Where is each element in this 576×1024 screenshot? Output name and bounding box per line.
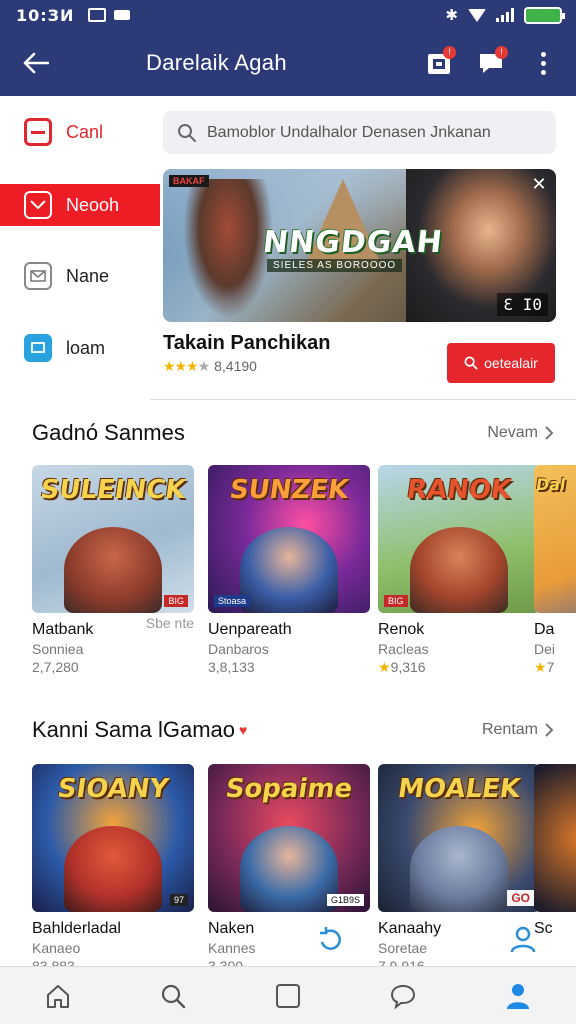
chevron-right-icon (545, 723, 554, 737)
more-options-button[interactable] (526, 46, 560, 80)
game-card[interactable]: SIOANY 97 Bahlderladal Kanaeo 83,883 (32, 764, 194, 968)
game-row-2: SIOANY 97 Bahlderladal Kanaeo 83,883 Sop… (32, 764, 576, 968)
game-row-1: SULEINCK BIG Matbank Sonniea 2,7,280 Sbe… (32, 465, 576, 685)
mail-icon (24, 262, 52, 290)
user-icon[interactable] (508, 924, 538, 954)
status-system-icons: ✱ (445, 6, 565, 24)
heart-icon: ♥ (239, 722, 248, 738)
status-notification-icons (88, 8, 131, 22)
rating-stars-icon: ★★★ (163, 358, 199, 374)
star-icon: ★ (534, 659, 547, 675)
battery-icon (524, 6, 565, 24)
signal-icon (496, 8, 514, 22)
bottom-nav (0, 966, 576, 1024)
section-header-featured: Kanni Sama lGamao ♥ Rentam (32, 717, 554, 743)
section-header-games: Gadnó Sanmes Nevam (32, 420, 554, 446)
back-button[interactable] (16, 43, 56, 83)
side-item-label: Nane (66, 265, 110, 286)
photo-notification-icon (88, 8, 107, 22)
inbox-icon (24, 191, 52, 219)
screen-icon (24, 334, 52, 362)
square-icon (275, 983, 300, 1008)
search-icon (178, 123, 196, 142)
bluetooth-icon: ✱ (445, 6, 458, 24)
notification-badge: ! (443, 46, 456, 59)
side-item-neooh[interactable]: Neooh (0, 184, 160, 226)
side-nav: Canl Neooh Nane loam (0, 96, 160, 396)
banner-counter: Ɛ I0 (497, 293, 548, 316)
profile-icon (507, 983, 530, 1009)
game-thumbnail: Dal (534, 465, 576, 613)
search-input[interactable]: Bamoblor Undalhalor Denasen Jnkanan (163, 111, 556, 154)
side-item-nane[interactable]: Nane (0, 240, 160, 312)
search-icon (464, 356, 478, 370)
rating-half-star-icon: ★ (197, 358, 211, 374)
chevron-right-icon (545, 426, 554, 440)
banner-subtitle: SIELES AS BOROOOO (267, 259, 403, 272)
status-bar: 10:ЗИ ✱ (0, 0, 576, 30)
side-item-loam[interactable]: loam (0, 312, 160, 384)
game-thumbnail: SIOANY 97 (32, 764, 194, 912)
nav-chat[interactable] (373, 971, 433, 1021)
page-title: Darelaik Agah (146, 50, 287, 75)
kebab-menu-icon (540, 51, 546, 75)
banner-tag: BAKAF (169, 175, 209, 187)
game-thumbnail: SUNZEK Stoasa (208, 465, 370, 613)
banner-logo: NNGDGAH (261, 225, 445, 260)
game-card[interactable]: Sc (534, 764, 576, 938)
minus-box-icon (24, 118, 52, 146)
close-icon[interactable]: ✕ (528, 173, 550, 195)
section-more-link[interactable]: Rentam (482, 721, 554, 739)
search-placeholder: Bamoblor Undalhalor Denasen Jnkanan (207, 123, 491, 141)
divider (150, 399, 576, 400)
game-card[interactable]: SUNZEK Stoasa Uenpareath Danbaros 3,8,13… (208, 465, 370, 675)
nav-library[interactable] (258, 971, 318, 1021)
game-thumbnail: MOALEK GO (378, 764, 540, 912)
message-badge: ! (495, 46, 508, 59)
game-thumbnail: SULEINCK BIG (32, 465, 194, 613)
game-thumbnail: Sopaime G1B9S (208, 764, 370, 912)
home-icon (46, 984, 69, 1008)
message-notification-icon (114, 10, 131, 20)
nav-home[interactable] (28, 971, 88, 1021)
featured-action-label: oetealair (484, 355, 538, 371)
app-bar: Darelaik Agah ! ! (0, 30, 576, 96)
side-item-label: Neooh (66, 194, 120, 215)
arrow-left-icon (23, 52, 49, 74)
rating-text: 8,4190 (214, 358, 257, 374)
side-item-canl[interactable]: Canl (0, 96, 160, 168)
section-title: Kanni Sama lGamao (32, 717, 235, 742)
section-title: Gadnó Sanmes (32, 420, 185, 445)
game-thumbnail: RANOK BIG (378, 465, 540, 613)
star-icon: ★ (378, 659, 391, 675)
nav-search[interactable] (143, 971, 203, 1021)
featured-title: Takain Panchikan (163, 332, 331, 354)
featured-action-button[interactable]: oetealair (447, 343, 555, 383)
game-thumbnail (534, 764, 576, 912)
messages-button[interactable]: ! (474, 46, 508, 80)
card-badge: Sbe nte (145, 615, 194, 631)
banner-character-left (183, 179, 273, 319)
nav-profile[interactable] (488, 971, 548, 1021)
game-card[interactable]: RANOK BIG Renok Racleas ★9,316 (378, 465, 540, 676)
refresh-icon[interactable] (316, 924, 346, 954)
game-card[interactable]: Dal Da Dei ★7 (534, 465, 576, 676)
status-time: 10:ЗИ (16, 5, 75, 25)
section-more-link[interactable]: Nevam (487, 424, 554, 442)
notifications-button[interactable]: ! (422, 46, 456, 80)
side-item-label: Canl (66, 121, 104, 142)
search-icon (161, 984, 185, 1008)
game-card[interactable]: SULEINCK BIG Matbank Sonniea 2,7,280 Sbe… (32, 465, 194, 675)
wifi-icon (468, 8, 486, 22)
featured-rating: ★★★★ 8,4190 (163, 358, 257, 375)
featured-banner[interactable]: BAKAF NNGDGAH SIELES AS BOROOOO ✕ Ɛ I0 (163, 169, 556, 322)
side-item-label: loam (66, 337, 106, 358)
chat-icon (391, 984, 416, 1009)
